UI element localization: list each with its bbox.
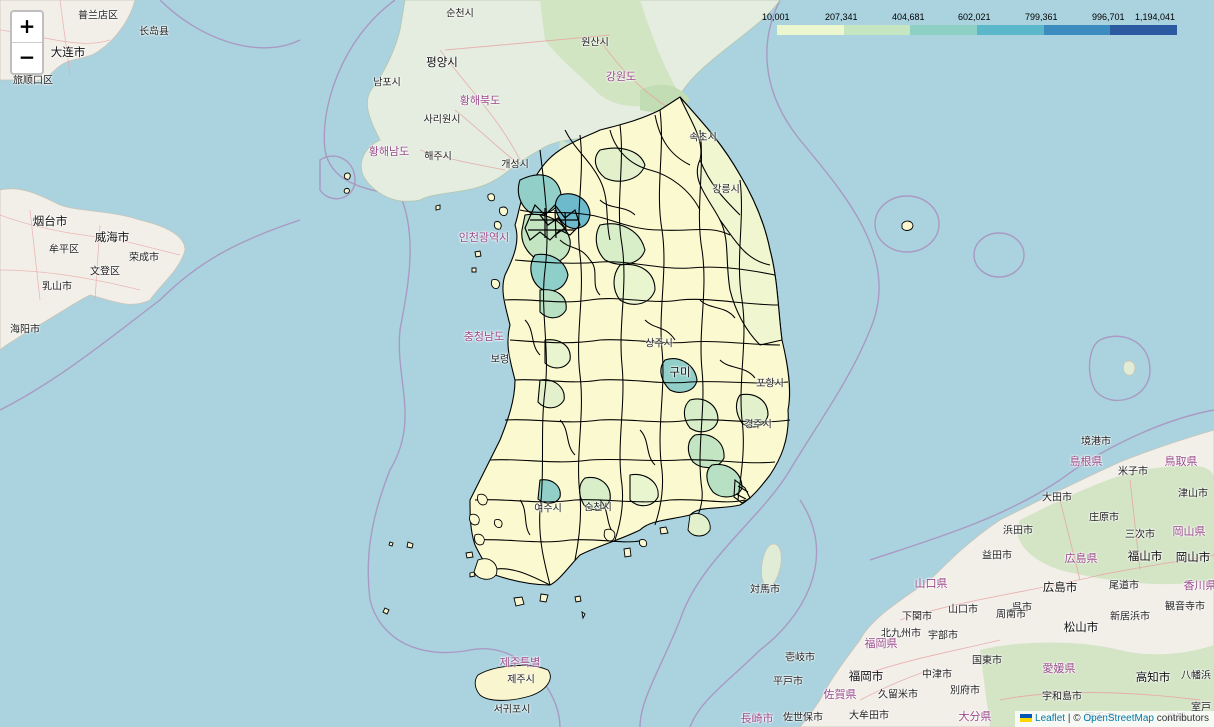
leaflet-link[interactable]: Leaflet <box>1035 713 1065 724</box>
color-legend: 10,001 207,341 404,681 602,021 799,361 9… <box>760 12 1180 38</box>
zoom-in-button[interactable]: + <box>12 12 42 42</box>
legend-tick-label: 602,021 <box>958 12 991 22</box>
legend-swatch <box>1043 25 1111 35</box>
legend-tick-label: 404,681 <box>892 12 925 22</box>
map[interactable] <box>0 0 1214 727</box>
attribution-separator: | © <box>1065 713 1084 724</box>
legend-tick-label: 996,701 <box>1092 12 1125 22</box>
legend-ticks: 10,001 207,341 404,681 602,021 799,361 9… <box>760 12 1180 24</box>
legend-swatch <box>843 25 911 35</box>
legend-swatch <box>910 25 978 35</box>
map-attribution: Leaflet | © OpenStreetMap contributors <box>1015 711 1214 727</box>
zoom-out-button[interactable]: − <box>12 42 42 73</box>
legend-swatch <box>977 25 1044 35</box>
legend-color-bar <box>777 25 1178 35</box>
ukraine-flag-icon <box>1020 714 1033 723</box>
legend-tick-label: 10,001 <box>762 12 790 22</box>
legend-tick-label: 207,341 <box>825 12 858 22</box>
legend-tick-label: 1,194,041 <box>1135 12 1176 22</box>
legend-tick-label: 799,361 <box>1025 12 1058 22</box>
osm-link[interactable]: OpenStreetMap <box>1083 713 1154 724</box>
legend-swatch <box>1110 25 1178 35</box>
zoom-control: + − <box>10 10 44 75</box>
attribution-suffix: contributors <box>1153 713 1209 724</box>
legend-swatch <box>777 25 844 35</box>
